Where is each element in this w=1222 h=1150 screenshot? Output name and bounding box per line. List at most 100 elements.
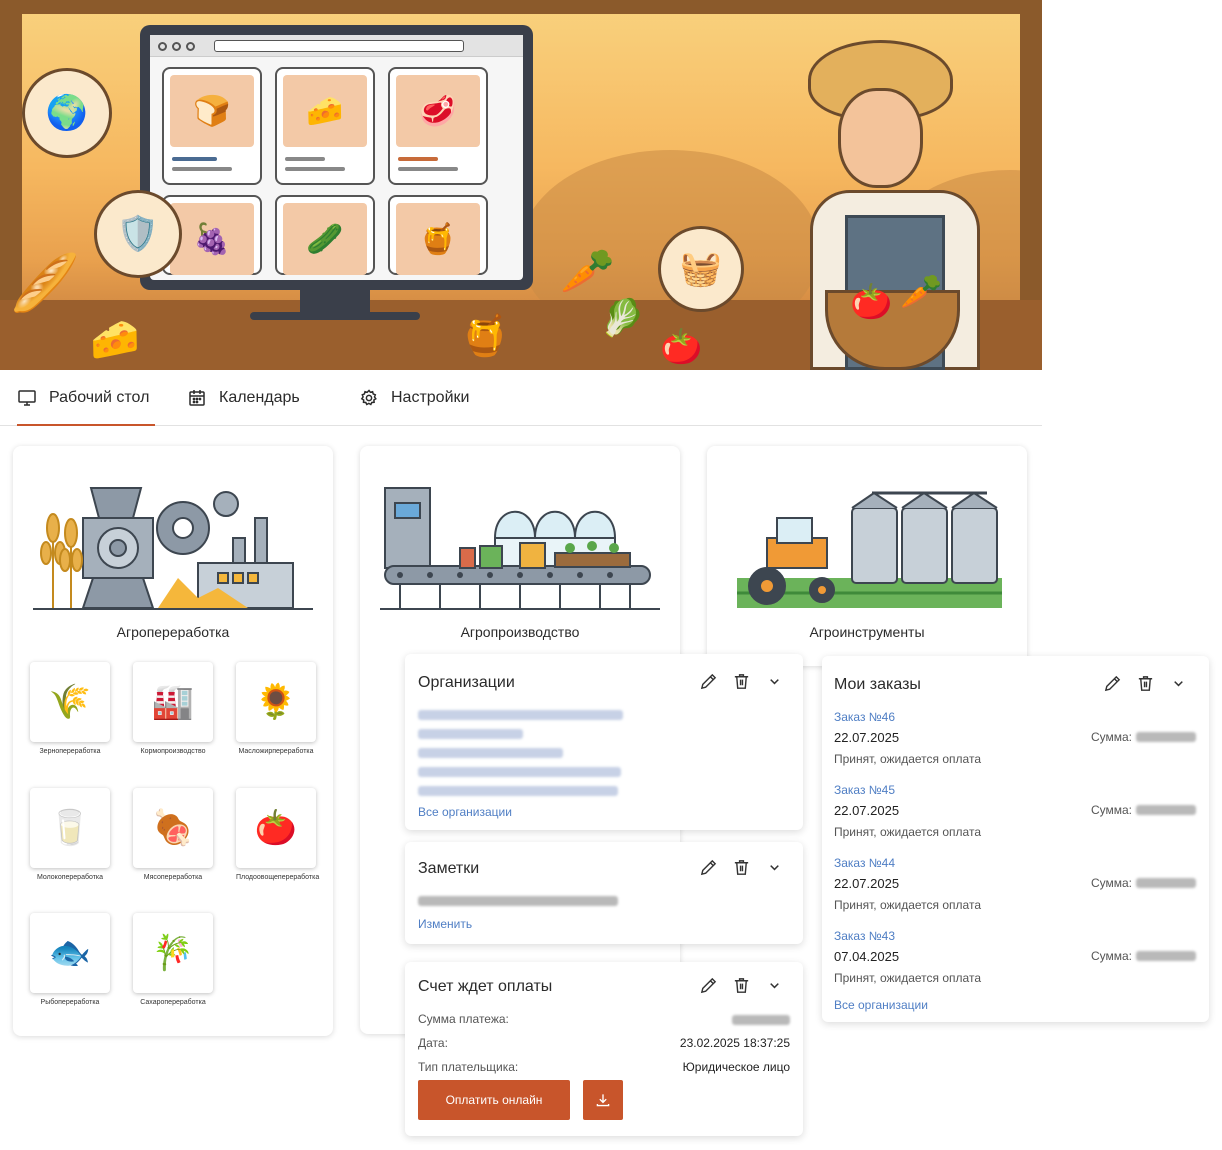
sum-label: Сумма: bbox=[1090, 803, 1132, 817]
subcategory-grain[interactable]: 🌾 Зернопереработка bbox=[30, 662, 110, 755]
edit-icon[interactable] bbox=[1103, 674, 1122, 693]
order-date: 22.07.2025 bbox=[834, 803, 900, 818]
grain-processing-icon: 🌾 bbox=[30, 662, 110, 742]
subcategory-meat[interactable]: 🍖 Мясопереработка bbox=[133, 788, 213, 881]
order-number-link[interactable]: Заказ №46 bbox=[834, 710, 895, 724]
subcategory-fruit-veg[interactable]: 🍅 Плодоовощепереработка bbox=[236, 788, 320, 881]
trash-icon[interactable] bbox=[732, 672, 751, 691]
order-sum: Сумма: bbox=[1091, 730, 1196, 744]
subcategory-feed[interactable]: 🏭 Кормопроизводство bbox=[133, 662, 213, 755]
tab-desktop[interactable]: Рабочий стол bbox=[17, 370, 155, 426]
meat-processing-icon: 🍖 bbox=[133, 788, 213, 868]
basket-icon: 🧺 bbox=[658, 226, 744, 312]
gear-icon bbox=[360, 389, 377, 406]
edit-icon[interactable] bbox=[699, 672, 718, 691]
fruit-veg-processing-icon: 🍅 bbox=[236, 788, 316, 868]
note-text-redacted bbox=[418, 896, 618, 906]
subcategory-label: Сахаропереработка bbox=[140, 999, 206, 1006]
subcategory-label: Зернопереработка bbox=[39, 748, 101, 755]
all-orders-link[interactable]: Все организации bbox=[834, 998, 928, 1012]
trash-icon[interactable] bbox=[732, 858, 751, 877]
order-item[interactable]: Заказ №43 07.04.2025 Сумма: Принят, ожид… bbox=[834, 929, 1196, 989]
subcategory-label: Молокопереработка bbox=[36, 874, 104, 881]
order-number-link[interactable]: Заказ №45 bbox=[834, 783, 895, 797]
all-organizations-link[interactable]: Все организации bbox=[418, 805, 512, 819]
date-value: 23.02.2025 18:37:25 bbox=[679, 1036, 790, 1050]
amount-row: Сумма платежа: bbox=[418, 1012, 790, 1026]
category-card-agroprocessing[interactable]: Агропереработка 🌾 Зернопереработка 🏭 Кор… bbox=[13, 446, 333, 1036]
feed-production-icon: 🏭 bbox=[133, 662, 213, 742]
payer-value: Юридическое лицо bbox=[682, 1060, 790, 1074]
date-label: Дата: bbox=[418, 1036, 448, 1050]
order-item[interactable]: Заказ №45 22.07.2025 Сумма: Принят, ожид… bbox=[834, 783, 1196, 843]
order-number-link[interactable]: Заказ №44 bbox=[834, 856, 895, 870]
agrotools-illustration bbox=[737, 491, 1002, 608]
pay-online-button[interactable]: Оплатить онлайн bbox=[418, 1080, 570, 1120]
widget-title: Мои заказы bbox=[834, 676, 921, 693]
sum-label: Сумма: bbox=[1090, 949, 1132, 963]
chevron-down-icon[interactable] bbox=[765, 672, 784, 691]
order-date: 07.04.2025 bbox=[834, 949, 900, 964]
order-date: 22.07.2025 bbox=[834, 730, 900, 745]
oil-processing-icon: 🌻 bbox=[236, 662, 316, 742]
widget-title: Заметки bbox=[418, 860, 480, 877]
sum-value-redacted bbox=[1136, 805, 1196, 815]
subcategory-label: Плодоовощепереработка bbox=[236, 874, 320, 881]
order-status: Принят, ожидается оплата bbox=[834, 752, 981, 766]
orders-widget: Мои заказы Заказ №46 22.07.2025 Сумма: П… bbox=[822, 656, 1209, 1022]
order-status: Принят, ожидается оплата bbox=[834, 971, 981, 985]
subcategory-milk[interactable]: 🥛 Молокопереработка bbox=[30, 788, 110, 881]
widget-title: Счет ждет оплаты bbox=[418, 978, 553, 995]
agroproduction-illustration bbox=[380, 487, 660, 610]
farmer-illustration: 🍅 🥕 bbox=[790, 40, 1020, 370]
amount-value-redacted bbox=[732, 1015, 790, 1025]
subcategory-fish[interactable]: 🐟 Рыбопереработка bbox=[30, 913, 110, 1006]
payer-label: Тип плательщика: bbox=[418, 1060, 519, 1074]
chevron-down-icon[interactable] bbox=[765, 858, 784, 877]
sum-value-redacted bbox=[1136, 951, 1196, 961]
invoice-widget: Счет ждет оплаты Сумма платежа: Дата: 23… bbox=[405, 962, 803, 1136]
subcategory-label: Кормопроизводство bbox=[140, 748, 206, 755]
category-card-agrotools[interactable]: Агроинструменты bbox=[707, 446, 1027, 666]
tab-calendar[interactable]: Календарь bbox=[187, 370, 300, 426]
download-button[interactable] bbox=[583, 1080, 623, 1120]
order-date: 22.07.2025 bbox=[834, 876, 900, 891]
category-title: Агропереработка bbox=[116, 624, 230, 640]
subcategory-label: Мясопереработка bbox=[143, 874, 203, 881]
edit-icon[interactable] bbox=[699, 858, 718, 877]
subcategory-label: Рыбопереработка bbox=[40, 999, 100, 1006]
subcategory-label: Масложирпереработка bbox=[238, 748, 314, 755]
widget-title: Организации bbox=[418, 674, 515, 691]
subcategory-sugar[interactable]: 🎋 Сахаропереработка bbox=[133, 913, 213, 1006]
tab-settings[interactable]: Настройки bbox=[359, 370, 469, 426]
organizations-widget: Организации Все организации bbox=[405, 654, 803, 830]
order-sum: Сумма: bbox=[1091, 949, 1196, 963]
chevron-down-icon[interactable] bbox=[765, 976, 784, 995]
calendar-icon bbox=[189, 390, 205, 406]
order-sum: Сумма: bbox=[1091, 803, 1196, 817]
order-number-link[interactable]: Заказ №43 bbox=[834, 929, 895, 943]
order-item[interactable]: Заказ №44 22.07.2025 Сумма: Принят, ожид… bbox=[834, 856, 1196, 916]
order-item[interactable]: Заказ №46 22.07.2025 Сумма: Принят, ожид… bbox=[834, 710, 1196, 770]
tab-bar: Рабочий стол Календарь Настройки bbox=[0, 370, 1042, 426]
trash-icon[interactable] bbox=[1136, 674, 1155, 693]
monitor-illustration: 🍞 🧀 🥩 🍇 🥒 🍯 bbox=[140, 25, 533, 290]
monitor-icon bbox=[18, 390, 36, 406]
subcategory-oil[interactable]: 🌻 Масложирпереработка bbox=[236, 662, 316, 755]
chevron-down-icon[interactable] bbox=[1169, 674, 1188, 693]
order-status: Принят, ожидается оплата bbox=[834, 898, 981, 912]
edit-icon[interactable] bbox=[699, 976, 718, 995]
amount-label: Сумма платежа: bbox=[418, 1012, 509, 1026]
notes-widget: Заметки Изменить bbox=[405, 842, 803, 944]
tab-label: Рабочий стол bbox=[49, 389, 150, 406]
sugar-processing-icon: 🎋 bbox=[133, 913, 213, 993]
tab-label: Календарь bbox=[219, 389, 300, 406]
download-icon bbox=[596, 1094, 610, 1107]
hero-banner: 🍞 🧀 🥩 🍇 🥒 🍯 🌍 🛡️ 🧺 🥖 🧀 🥕 🥬 🍯 🍅 🍅 🥕 bbox=[0, 0, 1042, 370]
globe-leaf-icon: 🌍 bbox=[22, 68, 112, 158]
trash-icon[interactable] bbox=[732, 976, 751, 995]
date-row: Дата: 23.02.2025 18:37:25 bbox=[418, 1036, 790, 1050]
edit-note-link[interactable]: Изменить bbox=[418, 917, 472, 931]
category-title: Агропроизводство bbox=[460, 624, 580, 640]
organization-list-redacted bbox=[418, 710, 623, 796]
